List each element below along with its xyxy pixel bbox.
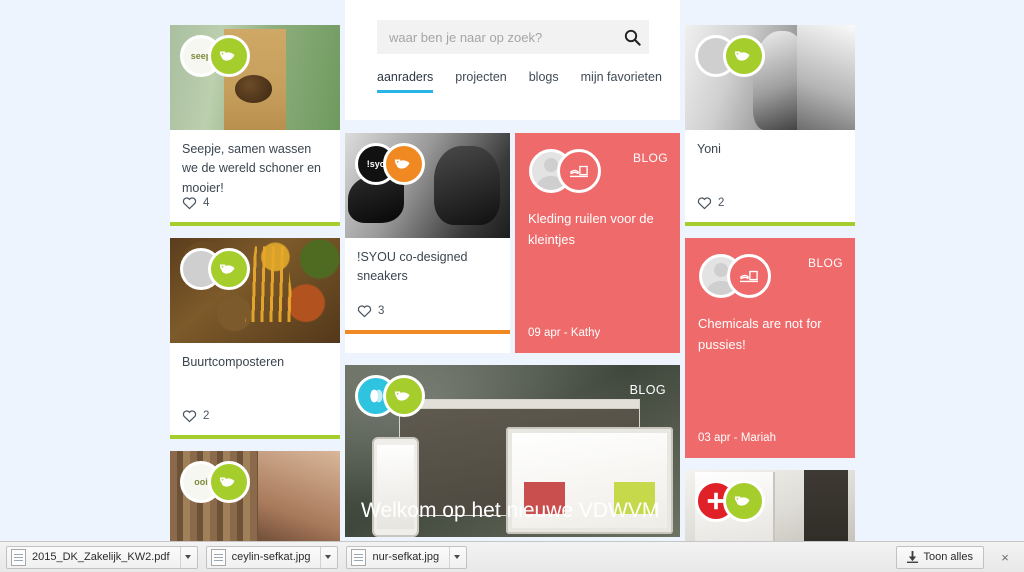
- card-accent-bar: [170, 222, 340, 226]
- chevron-down-icon[interactable]: [449, 546, 464, 568]
- green-leaf-plug-badge: [723, 480, 765, 522]
- like-count: 4: [203, 197, 210, 209]
- card-title: !SYOU co-designed sneakers: [357, 250, 468, 284]
- card-blog-kleding-ruilen[interactable]: BLOG Kleding ruilen voor de kleintjes 09…: [515, 133, 680, 353]
- download-filename: ceylin-sefkat.jpg: [231, 551, 311, 563]
- card-title: Yoni: [697, 142, 721, 156]
- downloads-bar: 2015_DK_Zakelijk_KW2.pdf ceylin-sefkat.j…: [0, 541, 1024, 572]
- show-all-downloads-button[interactable]: Toon alles: [896, 545, 984, 569]
- file-icon: [210, 548, 226, 566]
- like-counter[interactable]: 2: [697, 196, 724, 210]
- blog-label: BLOG: [633, 151, 668, 165]
- card-media: [170, 238, 340, 343]
- heart-icon: [182, 197, 197, 210]
- card-media: seep: [170, 25, 340, 130]
- browser-bar: [399, 400, 639, 410]
- header-panel: aanraders projecten blogs mijn favoriete…: [345, 0, 680, 120]
- like-counter[interactable]: 4: [182, 196, 209, 210]
- middle-top-row: !syo !SYOU co-designed sneakers 3 BLOG K…: [345, 133, 680, 365]
- badge-group: [529, 149, 601, 193]
- card-body: Yoni 2: [685, 130, 855, 222]
- blog-title: Welkom op het nieuwe VDWVM: [361, 498, 660, 522]
- search-icon[interactable]: [615, 20, 649, 54]
- download-item-ceylin[interactable]: ceylin-sefkat.jpg: [205, 545, 339, 569]
- download-arrow-icon: [907, 551, 919, 563]
- heart-icon: [697, 197, 712, 210]
- badge-group: [695, 35, 765, 77]
- green-leaf-plug-badge: [208, 461, 250, 503]
- blog-title: Kleding ruilen voor de kleintjes: [528, 211, 654, 247]
- card-title: Seepje, samen wassen we de wereld schone…: [182, 142, 321, 195]
- card-buurtcomposteren[interactable]: Buurtcomposteren 2: [170, 238, 340, 439]
- blog-meta: 09 apr - Kathy: [528, 327, 601, 339]
- card-body: Buurtcomposteren 2: [170, 343, 340, 435]
- green-leaf-plug-badge: [723, 35, 765, 77]
- tab-aanraders[interactable]: aanraders: [377, 70, 434, 93]
- search-input[interactable]: [377, 29, 615, 45]
- green-leaf-plug-badge: [208, 248, 250, 290]
- orange-bird-badge: [383, 143, 425, 185]
- blog-label: BLOG: [629, 383, 666, 397]
- tab-bar: aanraders projecten blogs mijn favoriete…: [377, 70, 662, 93]
- file-icon: [11, 548, 26, 566]
- card-seepje[interactable]: seep Seepje, samen wassen we de wereld s…: [170, 25, 340, 226]
- blog-meta: 03 apr - Mariah: [698, 432, 776, 444]
- card-blog-chemicals[interactable]: BLOG Chemicals are not for pussies! 03 a…: [685, 238, 855, 458]
- card-title: Buurtcomposteren: [182, 355, 285, 369]
- column-right: Yoni 2 BLOG Chemicals are not for pussie…: [685, 25, 855, 541]
- card-bookstore-partial[interactable]: ooi: [170, 451, 340, 541]
- card-media: [685, 470, 855, 541]
- download-filename: 2015_DK_Zakelijk_KW2.pdf: [32, 551, 170, 563]
- badge-group: seep: [180, 35, 250, 77]
- card-isyou-sneakers[interactable]: !syo !SYOU co-designed sneakers 3: [345, 133, 510, 353]
- green-leaf-plug-badge: [383, 375, 425, 417]
- badge-group: [695, 480, 765, 522]
- tab-mijn-favorieten[interactable]: mijn favorieten: [581, 70, 662, 93]
- file-icon: [351, 548, 367, 566]
- blog-label: BLOG: [808, 256, 843, 270]
- blog-title: Chemicals are not for pussies!: [698, 316, 822, 352]
- download-item-pdf[interactable]: 2015_DK_Zakelijk_KW2.pdf: [6, 545, 198, 569]
- badge-group: [699, 254, 771, 298]
- card-repair-partial[interactable]: [685, 470, 855, 541]
- green-leaf-plug-badge: [208, 35, 250, 77]
- search-bar[interactable]: [377, 20, 649, 54]
- card-accent-bar: [170, 435, 340, 439]
- card-body: Seepje, samen wassen we de wereld schone…: [170, 130, 340, 222]
- download-item-nur[interactable]: nur-sefkat.jpg: [346, 545, 468, 569]
- card-media: !syo: [345, 133, 510, 238]
- show-all-label: Toon alles: [923, 551, 973, 563]
- badge-group: !syo: [355, 143, 425, 185]
- card-accent-bar: [345, 330, 510, 334]
- page-canvas: aanraders projecten blogs mijn favoriete…: [0, 0, 1024, 541]
- close-downloads-bar-button[interactable]: ×: [996, 548, 1014, 566]
- like-count: 3: [378, 305, 385, 317]
- chevron-down-icon[interactable]: [320, 546, 335, 568]
- tab-blogs[interactable]: blogs: [529, 70, 559, 93]
- card-blog-welkom-vdwvm[interactable]: BLOG Welkom op het nieuwe VDWVM: [345, 365, 680, 537]
- heart-icon: [357, 305, 372, 318]
- like-count: 2: [718, 197, 725, 209]
- blog-book-badge: [727, 254, 771, 298]
- card-accent-bar: [685, 222, 855, 226]
- card-yoni[interactable]: Yoni 2: [685, 25, 855, 226]
- card-media: ooi: [170, 451, 340, 541]
- card-media: [685, 25, 855, 130]
- like-count: 2: [203, 410, 210, 422]
- badge-group: [180, 248, 250, 290]
- chevron-down-icon[interactable]: [179, 546, 195, 568]
- tab-projecten[interactable]: projecten: [455, 70, 506, 93]
- blog-book-badge: [557, 149, 601, 193]
- like-counter[interactable]: 3: [357, 304, 384, 318]
- column-left: seep Seepje, samen wassen we de wereld s…: [170, 25, 340, 541]
- card-body: !SYOU co-designed sneakers 3: [345, 238, 510, 330]
- column-middle: !syo !SYOU co-designed sneakers 3 BLOG K…: [345, 133, 680, 541]
- heart-icon: [182, 410, 197, 423]
- badge-group: [355, 375, 425, 417]
- download-filename: nur-sefkat.jpg: [372, 551, 440, 563]
- like-counter[interactable]: 2: [182, 409, 209, 423]
- badge-group: ooi: [180, 461, 250, 503]
